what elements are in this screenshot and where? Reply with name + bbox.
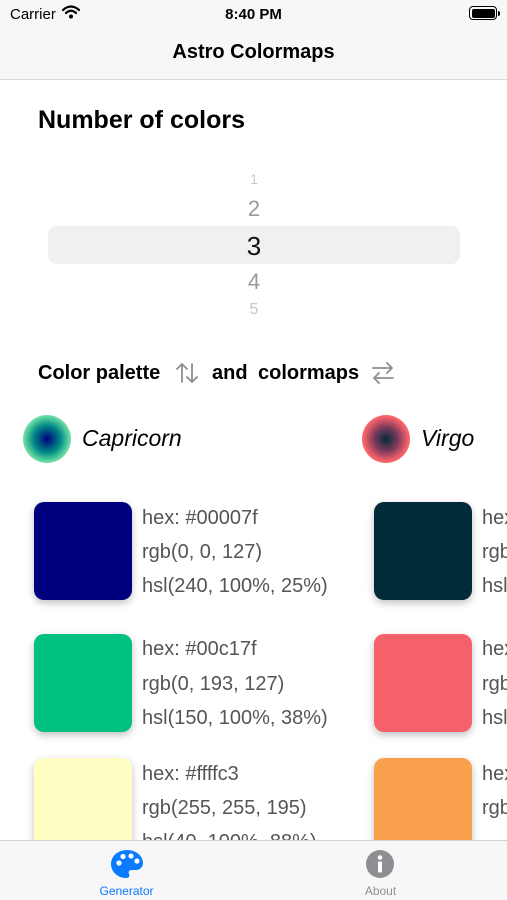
info-icon [366,850,394,878]
capricorn-colormap-icon[interactable] [23,415,71,463]
swatch-hsl: hsl [482,707,507,729]
status-bar: Carrier 8:40 PM [0,0,507,28]
swatch-rgb: rgb [482,541,507,563]
swatch-rgb: rgb [482,673,507,695]
swatch-hex: hex: #00007f [142,507,258,529]
swatch-rgb: rgb(0, 0, 127) [142,541,263,563]
virgo-colormap-name[interactable]: Virgo [421,425,474,452]
tab-about[interactable]: About [254,841,507,900]
swatch-rgb: rgb [482,797,507,819]
swatch-rgb: rgb(255, 255, 195) [142,797,307,819]
swatch-hex: hex: #00c17f [142,638,257,660]
nav-title: Astro Colormaps [172,41,335,63]
swatch-hex: hex [482,763,507,785]
navigation-bar: Astro Colormaps [0,28,507,80]
tab-generator-label: Generator [99,884,154,898]
palette-icon [111,850,143,878]
swatch-hex: hex [482,638,507,660]
status-time: 8:40 PM [225,6,282,23]
battery-icon [469,6,500,20]
swatch-rgb: rgb(0, 193, 127) [142,673,285,695]
picker-option[interactable]: 5 [48,302,460,318]
palette-header-row: Color palette and colormaps [38,360,438,388]
tab-bar: Generator About [0,840,507,900]
swatch-hsl: hsl [482,575,507,597]
swatch-hsl: hsl(240, 100%, 25%) [142,575,328,597]
color-swatch[interactable] [374,502,472,600]
vertical-swap-icon[interactable] [174,360,200,386]
number-of-colors-title: Number of colors [38,106,245,134]
color-swatch[interactable] [374,634,472,732]
capricorn-colormap-name[interactable]: Capricorn [82,425,182,452]
color-swatch[interactable] [34,502,132,600]
color-swatch[interactable] [34,634,132,732]
picker-selected-option[interactable]: 3 [48,233,460,259]
and-label: and [212,362,248,384]
picker-option[interactable]: 1 [48,172,460,186]
virgo-colormap-icon[interactable] [362,415,410,463]
tab-generator[interactable]: Generator [0,841,253,900]
colormaps-label: colormaps [258,362,360,384]
swatch-hsl: hsl(150, 100%, 38%) [142,707,328,729]
horizontal-swap-icon[interactable] [370,360,396,386]
picker-option[interactable]: 4 [48,271,460,293]
tab-about-label: About [364,884,397,898]
number-picker[interactable]: 1 2 3 4 5 [48,168,460,320]
swatch-hex: hex: #ffffc3 [142,763,239,785]
picker-option[interactable]: 2 [48,198,460,220]
color-palette-label: Color palette [38,362,161,384]
swatch-hex: hex [482,507,507,529]
